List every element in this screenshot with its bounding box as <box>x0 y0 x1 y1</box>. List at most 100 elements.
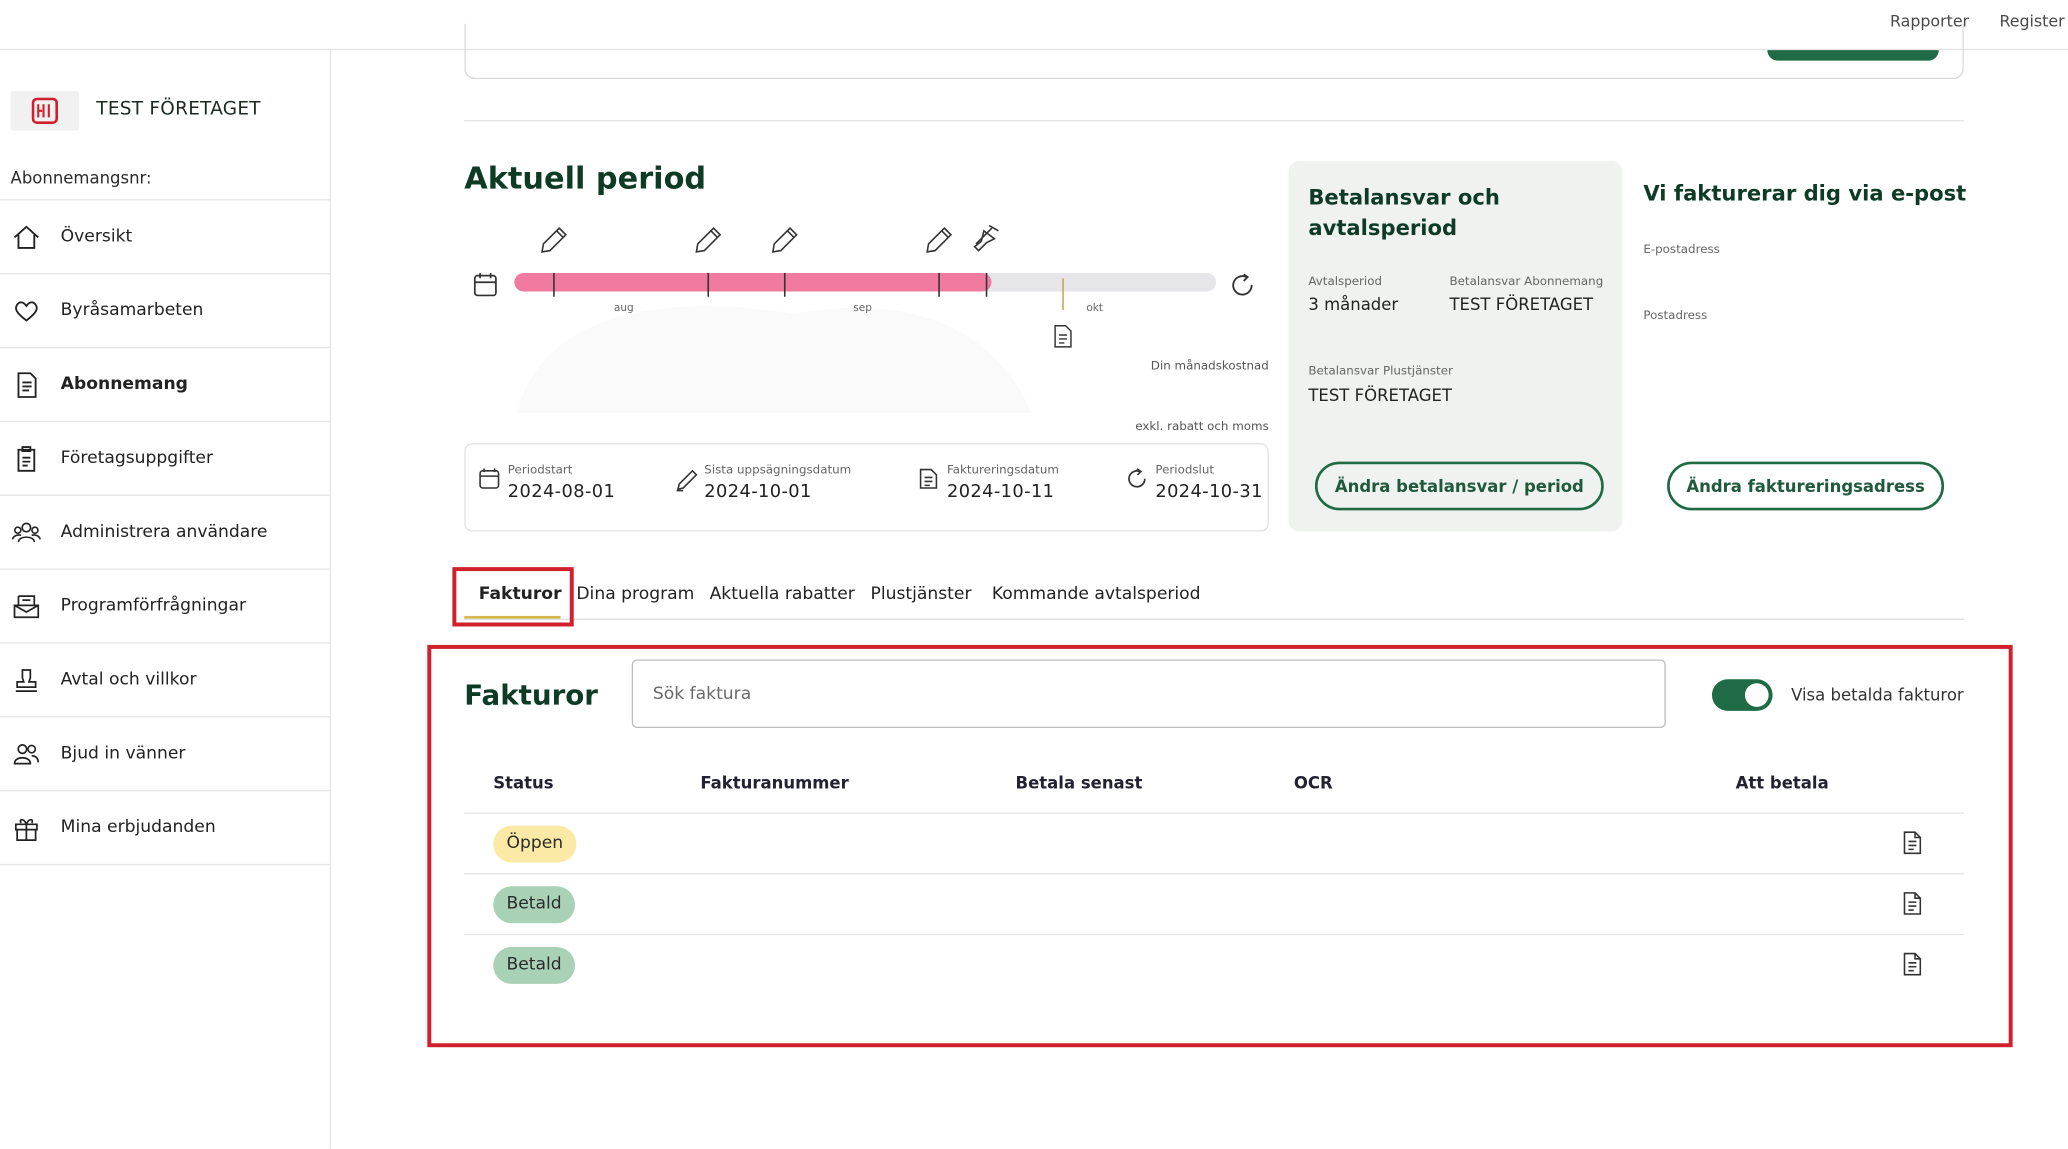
table-row[interactable]: Betald <box>464 933 1964 995</box>
users-icon <box>11 522 41 543</box>
tab-aktuella-rabatter[interactable]: Aktuella rabatter <box>710 584 855 604</box>
clipboard-icon <box>17 446 36 472</box>
date-periodstart: Periodstart 2024-08-01 <box>479 464 615 503</box>
timeline-progress <box>514 273 992 292</box>
tab-bar: Fakturor Dina program Aktuella rabatter … <box>464 567 1964 620</box>
date-label: Periodslut <box>1155 464 1215 478</box>
date-label: Faktureringsdatum <box>946 464 1059 478</box>
avtalsperiod-value: 3 månader <box>1308 294 1399 314</box>
change-payment-button[interactable]: Ändra betalansvar / period <box>1314 461 1604 511</box>
refresh-icon <box>1128 468 1146 488</box>
monthly-cost-label: Din månadskostnad <box>1150 360 1269 374</box>
date-label: Periodstart <box>507 464 573 478</box>
home-icon <box>13 225 39 249</box>
sidebar-nav: Översikt Byråsamarbeten Abonnemang Föret… <box>0 199 332 866</box>
sidebar-item-oversikt[interactable]: Översikt <box>0 200 332 275</box>
tab-dina-program[interactable]: Dina program <box>576 584 694 604</box>
document-icon <box>17 372 37 398</box>
pen-icon <box>541 227 567 253</box>
status-badge: Betald <box>493 946 575 984</box>
invoice-document-icon[interactable] <box>1902 952 1923 976</box>
betalansvar-abonnemang-label: Betalansvar Abonnemang <box>1449 275 1604 289</box>
change-billing-address-button[interactable]: Ändra faktureringsadress <box>1667 461 1945 511</box>
date-value: 2024-10-31 <box>1155 481 1263 503</box>
toggle-knob <box>1744 683 1769 707</box>
column-header-fakturanummer[interactable]: Fakturanummer <box>700 773 848 793</box>
date-periodslut: Periodslut 2024-10-31 <box>1126 464 1263 503</box>
period-dates: Periodstart 2024-08-01 Sista uppsägnings… <box>464 443 1269 532</box>
table-row[interactable]: Betald <box>464 873 1964 934</box>
status-badge: Betald <box>493 886 575 924</box>
postal-label: Postadress <box>1643 309 1708 324</box>
bill-logo-icon <box>31 97 59 124</box>
sidebar-item-byrasamarbeten[interactable]: Byråsamarbeten <box>0 274 332 349</box>
sidebar-item-administrera-anvandare[interactable]: Administrera användare <box>0 496 332 570</box>
invoicing-title: Vi fakturerar dig via e-post <box>1643 180 1967 206</box>
tab-kommande-avtalsperiod[interactable]: Kommande avtalsperiod <box>992 584 1201 604</box>
sidebar-item-label: Mina erbjudanden <box>60 817 216 838</box>
cost-chart-area <box>517 306 1032 413</box>
gift-icon <box>14 818 38 841</box>
email-label: E-postadress <box>1643 243 1720 258</box>
refresh-icon[interactable] <box>1232 273 1253 296</box>
sidebar-item-label: Abonnemang <box>60 374 188 395</box>
register-link[interactable]: Register <box>1999 12 2064 30</box>
show-paid-label: Visa betalda fakturor <box>1791 684 1964 705</box>
invoice-icon <box>1054 325 1072 348</box>
sidebar-item-label: Programförfrågningar <box>60 596 247 616</box>
date-value: 2024-10-01 <box>704 481 812 503</box>
page: Rapporter Register TEST FÖRETAGET Abonne… <box>0 0 2068 1149</box>
betalansvar-plus-label: Betalansvar Plustjänster <box>1308 365 1453 379</box>
sidebar-item-foretagsuppgifter[interactable]: Företagsuppgifter <box>0 422 332 496</box>
invoice-icon <box>919 468 938 489</box>
tab-plustjanster[interactable]: Plustjänster <box>870 584 971 604</box>
month-label: sep <box>853 302 872 314</box>
stamp-icon <box>15 669 37 692</box>
calendar-icon <box>473 273 497 297</box>
sidebar-item-mina-erbjudanden[interactable]: Mina erbjudanden <box>0 791 332 866</box>
betalansvar-plus-value: TEST FÖRETAGET <box>1308 385 1452 405</box>
sidebar-item-programforfragningar[interactable]: Programförfrågningar <box>0 570 332 644</box>
divider <box>464 120 1964 122</box>
sidebar-item-bjud-in-vanner[interactable]: Bjud in vänner <box>0 717 332 792</box>
pen-icon <box>771 227 798 253</box>
calendar-icon <box>479 468 500 489</box>
date-sista-uppsagning: Sista uppsägningsdatum 2024-10-01 <box>675 464 852 503</box>
payment-card: Betalansvar och avtalsperiod Avtalsperio… <box>1288 160 1623 532</box>
betalansvar-abonnemang-value: TEST FÖRETAGET <box>1449 294 1594 314</box>
sidebar: TEST FÖRETAGET Abonnemangsnr: Översikt B… <box>0 50 332 1149</box>
column-header-att-betala[interactable]: Att betala <box>1736 773 1829 793</box>
top-card-button[interactable] <box>1767 50 1939 61</box>
invite-friends-icon <box>13 744 40 765</box>
column-header-ocr[interactable]: OCR <box>1294 773 1333 793</box>
invoices-title: Fakturor <box>464 679 598 711</box>
sidebar-item-label: Företagsuppgifter <box>60 448 214 469</box>
date-faktureringsdatum: Faktureringsdatum 2024-10-11 <box>918 464 1059 503</box>
column-header-betala-senast[interactable]: Betala senast <box>1016 773 1143 793</box>
pen-icon <box>695 227 722 253</box>
search-invoice-input[interactable] <box>631 659 1666 729</box>
period-timeline: aug sep okt <box>473 224 1253 413</box>
termination-pen-icon <box>973 224 999 252</box>
column-header-status[interactable]: Status <box>493 773 553 793</box>
table-row[interactable]: Öppen <box>464 812 1964 873</box>
sidebar-item-abonnemang[interactable]: Abonnemang <box>0 348 332 423</box>
main-content: Aktuell period aug sep okt Din månadskos… <box>332 23 2068 1149</box>
sidebar-item-avtal-och-villkor[interactable]: Avtal och villkor <box>0 644 332 718</box>
sidebar-item-label: Översikt <box>60 226 133 247</box>
top-card <box>464 23 1964 80</box>
status-badge: Öppen <box>493 825 577 863</box>
date-value: 2024-10-11 <box>946 481 1055 503</box>
pen-icon <box>926 227 953 253</box>
invoice-document-icon[interactable] <box>1902 892 1923 916</box>
month-label: aug <box>614 302 634 314</box>
show-paid-toggle[interactable] <box>1711 679 1773 711</box>
date-label: Sista uppsägningsdatum <box>704 464 852 478</box>
invoice-document-icon[interactable] <box>1902 831 1923 855</box>
sidebar-item-label: Administrera användare <box>60 522 268 543</box>
exkl-label: exkl. rabatt och moms <box>1135 420 1269 434</box>
month-label: okt <box>1086 302 1103 314</box>
payment-title: Betalansvar och avtalsperiod <box>1308 184 1500 241</box>
company-name: TEST FÖRETAGET <box>96 98 261 121</box>
company-logo <box>10 91 80 131</box>
